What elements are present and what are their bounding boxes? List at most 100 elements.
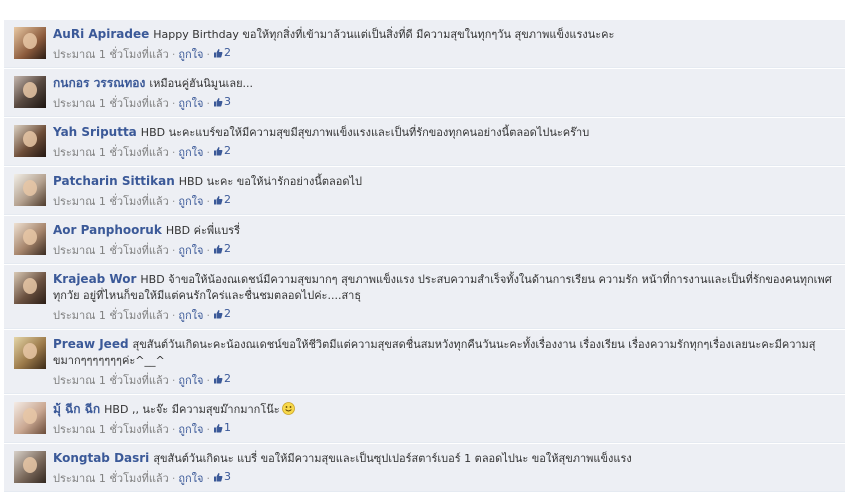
- like-count[interactable]: 3: [213, 469, 231, 485]
- comment-timestamp[interactable]: ประมาณ 1 ชั่วโมงที่แล้ว: [53, 195, 169, 208]
- like-count[interactable]: 2: [213, 241, 231, 257]
- comment-timestamp[interactable]: ประมาณ 1 ชั่วโมงที่แล้ว: [53, 48, 169, 61]
- like-count-value: 3: [224, 95, 231, 108]
- thumbs-up-icon: [214, 196, 223, 205]
- comment-timestamp[interactable]: ประมาณ 1 ชั่วโมงที่แล้ว: [53, 309, 169, 322]
- like-count-value: 1: [224, 421, 231, 434]
- separator: ·: [171, 374, 176, 387]
- like-count[interactable]: 1: [213, 420, 231, 436]
- thumbs-up-icon: [214, 473, 223, 482]
- thumbs-up-icon: [214, 98, 223, 107]
- comment-text: HBD ค่ะพี่แบรรี่: [165, 224, 241, 237]
- comment-item: มุ้ ฉีก ฉีก HBD ,, นะจ๊ะ มีความสุขม๊ากมาก…: [4, 395, 845, 443]
- like-count[interactable]: 2: [213, 371, 231, 387]
- comment-meta: ประมาณ 1 ชั่วโมงที่แล้ว · ถูกใจ · 3: [53, 94, 835, 112]
- comment-timestamp[interactable]: ประมาณ 1 ชั่วโมงที่แล้ว: [53, 146, 169, 159]
- thumbs-up-icon: [214, 424, 223, 433]
- like-count[interactable]: 2: [213, 143, 231, 159]
- comment-list: AuRi Apiradee Happy Birthday ขอให้ทุกสิ่ง…: [4, 20, 845, 493]
- comment-timestamp[interactable]: ประมาณ 1 ชั่วโมงที่แล้ว: [53, 244, 169, 257]
- comment-author-link[interactable]: Krajeab Wor: [53, 272, 136, 286]
- comment-meta: ประมาณ 1 ชั่วโมงที่แล้ว · ถูกใจ · 1: [53, 420, 835, 438]
- like-count[interactable]: 2: [213, 306, 231, 322]
- like-link[interactable]: ถูกใจ: [178, 48, 203, 61]
- comment-timestamp[interactable]: ประมาณ 1 ชั่วโมงที่แล้ว: [53, 374, 169, 387]
- avatar[interactable]: [14, 272, 46, 304]
- avatar[interactable]: [14, 402, 46, 434]
- comment-meta: ประมาณ 1 ชั่วโมงที่แล้ว · ถูกใจ · 2: [53, 371, 835, 389]
- comment-item: Kongtab Dasri สุขสันต์วันเกิดนะ แบรี่ ขอใ…: [4, 444, 845, 492]
- thumbs-up-icon: [214, 147, 223, 156]
- comment-timestamp[interactable]: ประมาณ 1 ชั่วโมงที่แล้ว: [53, 97, 169, 110]
- separator: ·: [171, 146, 176, 159]
- comment-author-link[interactable]: มุ้ ฉีก ฉีก: [53, 402, 100, 416]
- comment-text: HBD นะคะแบร์ขอให้มีความสุขมีสุขภาพแข็งแร…: [140, 126, 590, 139]
- avatar[interactable]: [14, 125, 46, 157]
- thumbs-up-icon: [214, 310, 223, 319]
- comment-meta: ประมาณ 1 ชั่วโมงที่แล้ว · ถูกใจ · 2: [53, 192, 835, 210]
- comment-text: สุขสันต์วันเกิดนะ แบรี่ ขอให้มีความสุขแล…: [153, 452, 632, 465]
- like-count-value: 2: [224, 193, 231, 206]
- like-link[interactable]: ถูกใจ: [178, 309, 203, 322]
- separator: ·: [206, 97, 211, 110]
- like-count[interactable]: 2: [213, 192, 231, 208]
- like-link[interactable]: ถูกใจ: [178, 244, 203, 257]
- separator: ·: [171, 244, 176, 257]
- comment-item: AuRi Apiradee Happy Birthday ขอให้ทุกสิ่ง…: [4, 20, 845, 68]
- comment-meta: ประมาณ 1 ชั่วโมงที่แล้ว · ถูกใจ · 3: [53, 469, 835, 487]
- like-link[interactable]: ถูกใจ: [178, 97, 203, 110]
- separator: ·: [206, 195, 211, 208]
- avatar[interactable]: [14, 337, 46, 369]
- comment-item: Krajeab Wor HBD จ้าขอให้น้องณเดชน์มีความส…: [4, 265, 845, 329]
- comment-text: Happy Birthday ขอให้ทุกสิ่งที่เข้ามาล้วน…: [153, 28, 615, 41]
- comment-author-link[interactable]: AuRi Apiradee: [53, 27, 149, 41]
- like-link[interactable]: ถูกใจ: [178, 195, 203, 208]
- comment-author-link[interactable]: Preaw Jeed: [53, 337, 129, 351]
- comment-item: Yah Sriputta HBD นะคะแบร์ขอให้มีความสุขมี…: [4, 118, 845, 166]
- separator: ·: [171, 423, 176, 436]
- like-link[interactable]: ถูกใจ: [178, 374, 203, 387]
- thumbs-up-icon: [214, 375, 223, 384]
- comment-meta: ประมาณ 1 ชั่วโมงที่แล้ว · ถูกใจ · 2: [53, 241, 835, 259]
- separator: ·: [171, 48, 176, 61]
- like-link[interactable]: ถูกใจ: [178, 423, 203, 436]
- thumbs-up-icon: [214, 49, 223, 58]
- comment-text: HBD ,, นะจ๊ะ มีความสุขม๊ากมากโน๊ะ: [104, 403, 280, 416]
- comment-author-link[interactable]: Yah Sriputta: [53, 125, 137, 139]
- comment-timestamp[interactable]: ประมาณ 1 ชั่วโมงที่แล้ว: [53, 423, 169, 436]
- comment-timestamp[interactable]: ประมาณ 1 ชั่วโมงที่แล้ว: [53, 472, 169, 485]
- avatar[interactable]: [14, 451, 46, 483]
- separator: ·: [171, 195, 176, 208]
- comment-author-link[interactable]: Aor Panphooruk: [53, 223, 162, 237]
- comment-text: HBD นะคะ ขอให้น่ารักอย่างนี้ตลอดไป: [178, 175, 363, 188]
- comment-author-link[interactable]: กนกอร วรรณทอง: [53, 76, 145, 90]
- like-count-value: 2: [224, 144, 231, 157]
- comment-text: สุขสันต์วันเกิดนะคะน้องณเดชน์ขอให้ชีวิตม…: [53, 338, 816, 367]
- comment-text: เหมือนคู่ฮันนิมูนเลย...: [149, 77, 254, 90]
- separator: ·: [171, 309, 176, 322]
- separator: ·: [171, 97, 176, 110]
- comment-item: Patcharin Sittikan HBD นะคะ ขอให้น่ารักอย…: [4, 167, 845, 215]
- separator: ·: [206, 146, 211, 159]
- separator: ·: [206, 48, 211, 61]
- like-count[interactable]: 2: [213, 45, 231, 61]
- avatar[interactable]: [14, 223, 46, 255]
- separator: ·: [206, 374, 211, 387]
- like-link[interactable]: ถูกใจ: [178, 472, 203, 485]
- comment-author-link[interactable]: Kongtab Dasri: [53, 451, 149, 465]
- like-count-value: 2: [224, 372, 231, 385]
- separator: ·: [171, 472, 176, 485]
- like-link[interactable]: ถูกใจ: [178, 146, 203, 159]
- avatar[interactable]: [14, 27, 46, 59]
- like-count[interactable]: 3: [213, 94, 231, 110]
- like-count-value: 2: [224, 46, 231, 59]
- comment-item: Aor Panphooruk HBD ค่ะพี่แบรรี่ ประมาณ 1 …: [4, 216, 845, 264]
- avatar[interactable]: [14, 76, 46, 108]
- separator: ·: [206, 423, 211, 436]
- like-count-value: 2: [224, 307, 231, 320]
- comment-text: HBD จ้าขอให้น้องณเดชน์มีความสุขมากๆ สุขภ…: [53, 273, 832, 302]
- comment-author-link[interactable]: Patcharin Sittikan: [53, 174, 175, 188]
- avatar[interactable]: [14, 174, 46, 206]
- comment-meta: ประมาณ 1 ชั่วโมงที่แล้ว · ถูกใจ · 2: [53, 306, 835, 324]
- comment-meta: ประมาณ 1 ชั่วโมงที่แล้ว · ถูกใจ · 2: [53, 45, 835, 63]
